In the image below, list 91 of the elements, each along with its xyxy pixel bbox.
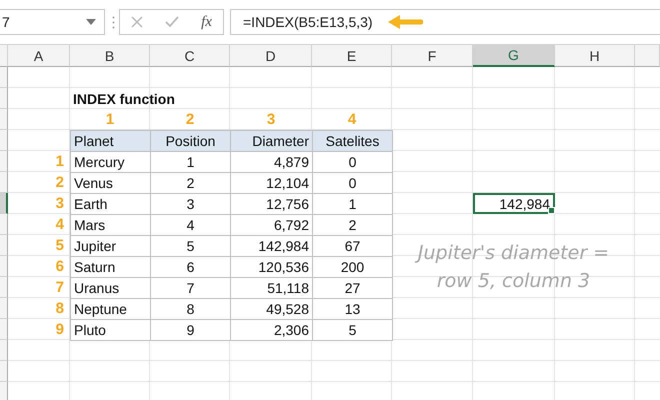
table-cell: 5: [312, 319, 393, 341]
table-cell: 27: [312, 277, 393, 299]
table-cell: Earth: [70, 193, 151, 215]
column-header[interactable]: [635, 45, 660, 67]
active-cell[interactable]: 142,984: [473, 193, 555, 214]
table-cell: Venus: [70, 172, 151, 194]
row-number: 2: [54, 173, 65, 193]
column-number: 3: [266, 110, 276, 130]
table-cell: 49,528: [230, 298, 313, 320]
table-header: Position: [150, 130, 231, 152]
table-cell: 200: [312, 256, 393, 278]
row-number: 4: [54, 215, 65, 235]
table-cell: 12,756: [230, 193, 313, 215]
table-cell: Jupiter: [70, 235, 151, 257]
row-header[interactable]: [0, 214, 8, 235]
caret-icon[interactable]: [86, 19, 96, 25]
row-header[interactable]: [0, 130, 8, 151]
table-cell: 51,118: [230, 277, 313, 299]
table-cell: 2: [312, 214, 393, 236]
row-header[interactable]: [0, 319, 8, 340]
insert-function-button[interactable]: fx: [201, 14, 212, 30]
row-number: 9: [54, 320, 65, 340]
table-cell: 120,536: [230, 256, 313, 278]
table-cell: Uranus: [70, 277, 151, 299]
fill-handle[interactable]: [548, 207, 555, 214]
table-cell: Pluto: [70, 319, 151, 341]
row-header[interactable]: [0, 172, 8, 193]
table-cell: 3: [150, 193, 231, 215]
row-header[interactable]: [0, 235, 8, 256]
table-cell: 12,104: [230, 172, 313, 194]
row-number: 5: [54, 236, 65, 256]
table-cell: Neptune: [70, 298, 151, 320]
column-number: 2: [184, 110, 196, 130]
table-cell: 7: [150, 277, 231, 299]
column-header[interactable]: G: [473, 45, 555, 67]
table-cell: 6: [150, 256, 231, 278]
table-header: Satelites: [312, 130, 393, 152]
table-cell: Mercury: [70, 151, 151, 173]
table-cell: 0: [312, 172, 393, 194]
table-cell: Saturn: [70, 256, 151, 278]
row-header[interactable]: [0, 151, 8, 172]
row-header[interactable]: [0, 109, 8, 130]
row-header[interactable]: [0, 382, 8, 400]
row-header[interactable]: [0, 88, 8, 109]
table-cell: 67: [312, 235, 393, 257]
table-cell: 1: [312, 193, 393, 215]
row-header[interactable]: [0, 361, 8, 382]
row-number: 6: [54, 257, 65, 277]
row-number: 7: [54, 278, 65, 298]
row-header[interactable]: [0, 193, 8, 214]
table-cell: 1: [150, 151, 231, 173]
column-number: 4: [346, 110, 358, 130]
table-header: Diameter: [230, 130, 313, 152]
column-header[interactable]: F: [392, 45, 473, 67]
table-cell: 4: [150, 214, 231, 236]
column-header[interactable]: D: [230, 45, 312, 67]
table-cell: 13: [312, 298, 393, 320]
table-header: Planet: [70, 130, 151, 152]
row-header[interactable]: [0, 298, 8, 319]
table-cell: 4,879: [230, 151, 313, 173]
table-cell: 6,792: [230, 214, 313, 236]
table-cell: 5: [150, 235, 231, 257]
column-number: 1: [104, 110, 116, 130]
row-number: 8: [54, 299, 65, 319]
name-box[interactable]: 7: [0, 9, 105, 35]
note-text: row 5, column 3: [436, 270, 590, 292]
table-cell: 8: [150, 298, 231, 320]
row-header[interactable]: [0, 256, 8, 277]
row-number: 3: [54, 194, 65, 214]
column-header[interactable]: E: [312, 45, 392, 67]
arrow-icon: [386, 15, 423, 29]
column-header[interactable]: H: [555, 45, 635, 67]
table-cell: Mars: [70, 214, 151, 236]
column-header[interactable]: C: [150, 45, 230, 67]
table-cell: 142,984: [230, 235, 313, 257]
table-cell: 0: [312, 151, 393, 173]
cancel-icon[interactable]: [131, 16, 144, 28]
row-number: 1: [54, 152, 65, 172]
table-cell: 2,306: [230, 319, 313, 341]
table-cell: 9: [150, 319, 231, 341]
drag-handle-icon: [112, 16, 114, 28]
check-icon[interactable]: [165, 16, 180, 28]
row-header[interactable]: [0, 340, 8, 361]
corner-header[interactable]: [0, 45, 8, 67]
table-cell: 2: [150, 172, 231, 194]
column-header[interactable]: B: [70, 45, 150, 67]
column-header[interactable]: A: [8, 45, 70, 67]
formula-input[interactable]: =INDEX(B5:E13,5,3): [243, 14, 373, 30]
row-header[interactable]: [0, 277, 8, 298]
sheet-title: INDEX function: [72, 90, 176, 108]
row-header[interactable]: [0, 67, 8, 88]
